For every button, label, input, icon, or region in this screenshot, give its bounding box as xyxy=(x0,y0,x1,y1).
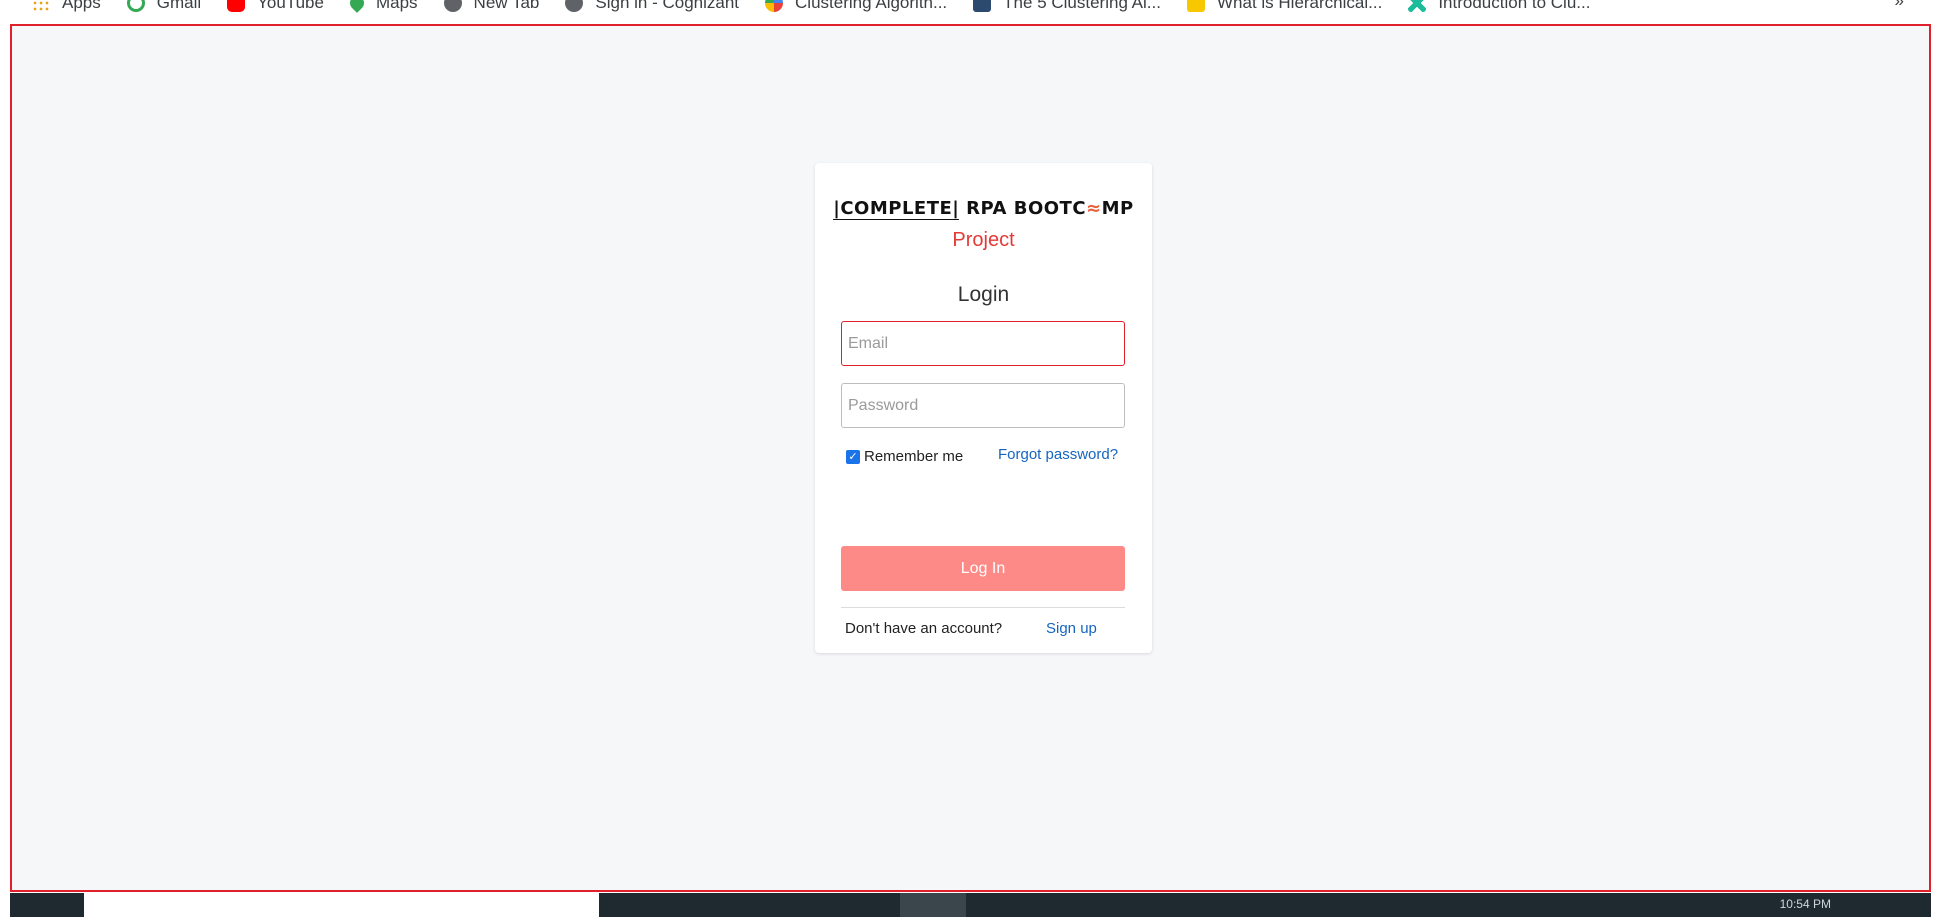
bookmark-intro-clustering[interactable]: Introduction to Clu... xyxy=(1408,0,1590,13)
k-favicon-icon xyxy=(1186,0,1205,12)
taskbar-search-box[interactable] xyxy=(84,893,599,917)
login-card: |COMPLETE| RPA BOOTC≈MP Project Login ✓ … xyxy=(815,163,1152,653)
chevron-up-icon: ≈ xyxy=(1086,198,1102,219)
apps-grid-icon xyxy=(32,0,50,12)
bookmark-label: Sign in - Cognizant xyxy=(595,0,740,12)
login-heading: Login xyxy=(957,283,1010,306)
taskbar-clock: 10:54 PM xyxy=(1779,897,1831,911)
no-account-text: Don't have an account? xyxy=(845,620,1003,637)
maps-pin-icon xyxy=(347,0,367,13)
password-input[interactable] xyxy=(841,383,1125,428)
logo-text-a: RPA BOOTC xyxy=(959,198,1087,219)
bookmark-new-tab[interactable]: New Tab xyxy=(443,0,540,13)
bookmark-clustering-algorithms[interactable]: Clustering Algorith... xyxy=(765,0,947,13)
login-button[interactable]: Log In xyxy=(841,546,1125,591)
bookmark-label: Clustering Algorith... xyxy=(795,0,948,12)
remember-me-label: Remember me xyxy=(864,448,964,465)
multicolor-dots-icon xyxy=(765,0,784,12)
bookmark-label: Gmail xyxy=(156,0,202,12)
page-content-area: |COMPLETE| RPA BOOTC≈MP Project Login ✓ … xyxy=(10,24,1931,892)
bookmark-youtube[interactable]: YouTube xyxy=(227,0,324,13)
bookmarks-overflow-button[interactable]: » xyxy=(1895,0,1904,11)
globe-icon xyxy=(443,0,462,12)
youtube-icon xyxy=(227,0,246,12)
bookmark-label: Apps xyxy=(62,0,101,12)
bookmark-label: What is Hierarchical... xyxy=(1216,0,1383,12)
bookmarks-bar: Apps Gmail YouTube Maps New Tab Sign in … xyxy=(0,0,1942,15)
globe-icon xyxy=(565,0,584,12)
forgot-password-link[interactable]: Forgot password? xyxy=(998,446,1118,463)
bookmark-5-clustering[interactable]: The 5 Clustering Al... xyxy=(973,0,1161,13)
signup-link[interactable]: Sign up xyxy=(1046,620,1097,637)
logo-text-b: MP xyxy=(1101,198,1134,219)
project-subtitle: Project xyxy=(952,229,1015,251)
bookmark-hierarchical[interactable]: What is Hierarchical... xyxy=(1186,0,1383,13)
logo-bracket-text: |COMPLETE| xyxy=(833,198,960,220)
bookmark-label: Maps xyxy=(375,0,418,12)
bookmark-label: New Tab xyxy=(473,0,540,12)
bookmark-label: Introduction to Clu... xyxy=(1438,0,1591,12)
brand-logo: |COMPLETE| RPA BOOTC≈MP xyxy=(815,198,1152,220)
bookmark-label: YouTube xyxy=(257,0,324,12)
site-favicon-icon xyxy=(973,0,992,12)
remember-me-checkbox[interactable]: ✓ Remember me xyxy=(846,448,963,465)
bookmark-gmail[interactable]: Gmail xyxy=(126,0,202,13)
x-favicon-icon xyxy=(1408,0,1427,12)
bookmark-label: The 5 Clustering Al... xyxy=(1003,0,1161,12)
checkbox-checked-icon[interactable]: ✓ xyxy=(846,449,860,464)
taskbar-active-app[interactable] xyxy=(900,893,966,917)
bookmark-apps[interactable]: Apps xyxy=(32,0,101,13)
divider xyxy=(841,607,1125,608)
taskbar: 10:54 PM xyxy=(10,893,1931,917)
google-icon xyxy=(126,0,145,12)
bookmark-cognizant[interactable]: Sign in - Cognizant xyxy=(565,0,739,13)
email-input[interactable] xyxy=(841,321,1125,366)
bookmark-maps[interactable]: Maps xyxy=(347,0,418,13)
